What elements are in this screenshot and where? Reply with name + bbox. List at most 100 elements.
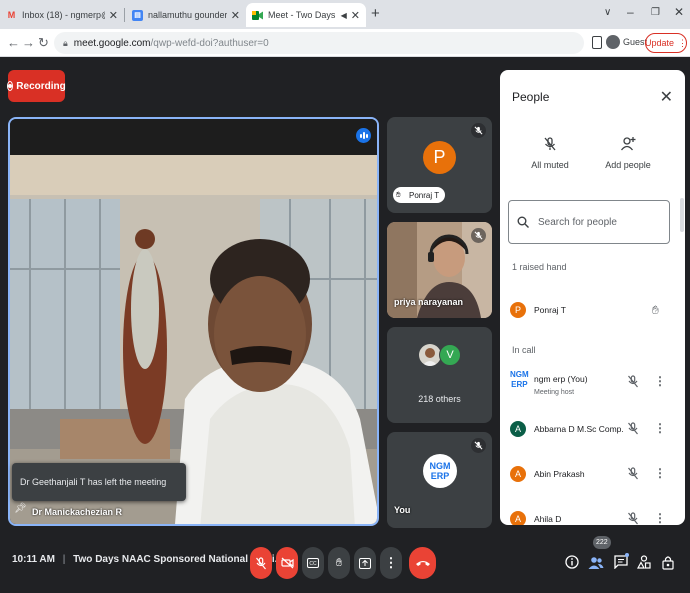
more-options-button[interactable]: ⋮	[380, 547, 402, 579]
control-bar: 10:11 AM | Two Days NAAC Sponsored Natio…	[0, 533, 690, 593]
avatar: P	[423, 141, 456, 174]
participant-name: priya narayanan	[394, 297, 464, 307]
mic-off-icon	[471, 438, 486, 453]
activities-button[interactable]	[635, 553, 653, 571]
in-call-header: In call	[512, 345, 536, 355]
people-button[interactable]	[587, 553, 605, 571]
captions-icon: CC	[307, 558, 319, 568]
panel-title: People	[512, 90, 550, 104]
info-icon	[565, 555, 579, 569]
mic-off-icon[interactable]	[627, 512, 639, 525]
side-panel-icon[interactable]	[592, 36, 602, 49]
person-name: ngm erp (You)	[534, 374, 588, 384]
add-person-icon	[620, 137, 636, 151]
pin-icon[interactable]: 📌︎	[14, 503, 27, 514]
participant-name: Ponraj T	[409, 190, 440, 200]
close-icon[interactable]: ✕	[109, 9, 118, 22]
more-options-icon[interactable]: ⋮	[654, 511, 666, 525]
search-placeholder: Search for people	[538, 216, 617, 228]
audio-playing-icon[interactable]: ◀	[341, 11, 347, 20]
meeting-details-button[interactable]	[563, 553, 581, 571]
back-icon[interactable]: ←	[7, 35, 20, 50]
close-icon[interactable]: ✕	[351, 9, 360, 22]
avatar: V	[439, 344, 461, 366]
captions-button[interactable]: CC	[302, 547, 324, 579]
raised-hand-chip: ✋︎ Ponraj T	[393, 187, 446, 203]
more-options-icon[interactable]: ⋮	[654, 466, 666, 480]
camera-off-icon	[280, 557, 294, 569]
mic-off-icon[interactable]	[627, 422, 639, 435]
docs-icon: ▤	[132, 9, 143, 21]
tab-title: nallamuthu gounder mahalinga	[148, 10, 227, 20]
address-toolbar: ← → ↻ 🔒︎ meet.google.com /qwp-wefd-doi?a…	[0, 29, 690, 57]
participant-tile[interactable]: P ✋︎ Ponraj T	[387, 117, 492, 213]
tab-title: Inbox (18) - ngmerp@ngmc.org	[22, 10, 105, 20]
meet-icon	[252, 10, 263, 21]
new-tab-button[interactable]: +	[371, 5, 380, 22]
url-host: meet.google.com	[73, 37, 151, 49]
tab-search-icon[interactable]: ∨	[604, 7, 611, 18]
ngm-erp-logo: NGM ERP	[423, 454, 457, 488]
participant-count-badge: 222	[593, 536, 611, 549]
self-tile[interactable]: NGM ERP You	[387, 432, 492, 528]
others-count-label: 218 others	[418, 394, 461, 404]
person-name: Abbarna D M.Sc Comp. Sci	[534, 424, 624, 434]
person-name: Ahila D	[534, 514, 562, 524]
person-name: Ponraj T	[534, 305, 566, 315]
list-item[interactable]: A Abbarna D M.Sc Comp. Sci ⋮	[500, 415, 685, 451]
participant-name: You	[394, 505, 411, 515]
raise-hand-button[interactable]: ✋︎	[328, 547, 350, 579]
close-icon[interactable]: ✕	[660, 87, 673, 107]
meet-stage: Recording 📌︎ Dr Manickachezian R Dr Geet…	[0, 57, 690, 593]
meeting-time: 10:11 AM	[12, 554, 55, 565]
list-item[interactable]: P Ponraj T ✋︎	[500, 296, 685, 332]
mic-off-icon[interactable]	[627, 375, 639, 388]
notification-toast: Dr Geethanjali T has left the meeting	[12, 463, 186, 501]
forward-icon[interactable]: →	[22, 35, 35, 50]
add-people-button[interactable]: Add people	[588, 136, 668, 170]
tab-docs[interactable]: ▤ nallamuthu gounder mahalinga ✕	[126, 3, 246, 27]
activities-icon	[637, 555, 651, 569]
list-item[interactable]: A Ahila D ⋮	[500, 505, 685, 525]
tab-meet[interactable]: Meet - Two Days NAAC Spo ◀ ✕	[246, 3, 366, 27]
tab-title: Meet - Two Days NAAC Spo	[268, 10, 337, 20]
leave-call-button[interactable]	[409, 547, 436, 579]
ngm-erp-logo: NGM ERP	[510, 370, 529, 389]
chat-button[interactable]	[612, 553, 630, 571]
svg-text:CC: CC	[309, 561, 317, 567]
present-button[interactable]	[354, 547, 376, 579]
reload-icon[interactable]: ↻	[38, 35, 49, 51]
address-bar[interactable]: 🔒︎ meet.google.com /qwp-wefd-doi?authuse…	[54, 32, 584, 54]
mic-off-icon[interactable]	[627, 467, 639, 480]
profile-label[interactable]: Guest	[623, 37, 647, 47]
mic-toggle-button[interactable]	[250, 547, 272, 579]
list-item[interactable]: NGM ERP ngm erp (You) Meeting host ⋮	[500, 368, 685, 404]
camera-toggle-button[interactable]	[276, 547, 298, 579]
host-controls-button[interactable]	[659, 553, 677, 571]
others-tile[interactable]: V 218 others	[387, 327, 492, 423]
lower-hand-icon[interactable]: ✋︎	[652, 303, 659, 318]
profile-avatar[interactable]	[606, 35, 620, 49]
participant-tile[interactable]: priya narayanan	[387, 222, 492, 318]
update-button[interactable]: Update ⋮	[645, 33, 687, 53]
people-search-input[interactable]: Search for people	[508, 200, 670, 244]
list-item[interactable]: A Abin Prakash ⋮	[500, 460, 685, 496]
more-options-icon[interactable]: ⋮	[654, 421, 666, 435]
avatar: A	[510, 421, 526, 437]
mute-all-button[interactable]: All muted	[510, 136, 590, 170]
close-window-icon[interactable]: ✕	[674, 5, 684, 19]
add-people-label: Add people	[605, 160, 651, 170]
restore-icon[interactable]: ❐	[651, 7, 660, 18]
more-options-icon[interactable]: ⋮	[654, 374, 666, 388]
people-panel: People ✕ All muted Add people Search for…	[500, 70, 685, 525]
minimize-icon[interactable]: –	[627, 5, 634, 19]
tab-gmail[interactable]: M Inbox (18) - ngmerp@ngmc.org ✕	[0, 3, 124, 27]
tab-divider	[124, 8, 125, 22]
avatar: A	[510, 466, 526, 482]
more-vert-icon: ⋮	[384, 555, 398, 570]
recording-indicator[interactable]: Recording	[7, 70, 66, 102]
chat-icon	[614, 555, 628, 569]
recording-label: Recording	[16, 80, 66, 92]
panel-scrollbar[interactable]	[680, 198, 684, 232]
close-icon[interactable]: ✕	[231, 9, 240, 22]
